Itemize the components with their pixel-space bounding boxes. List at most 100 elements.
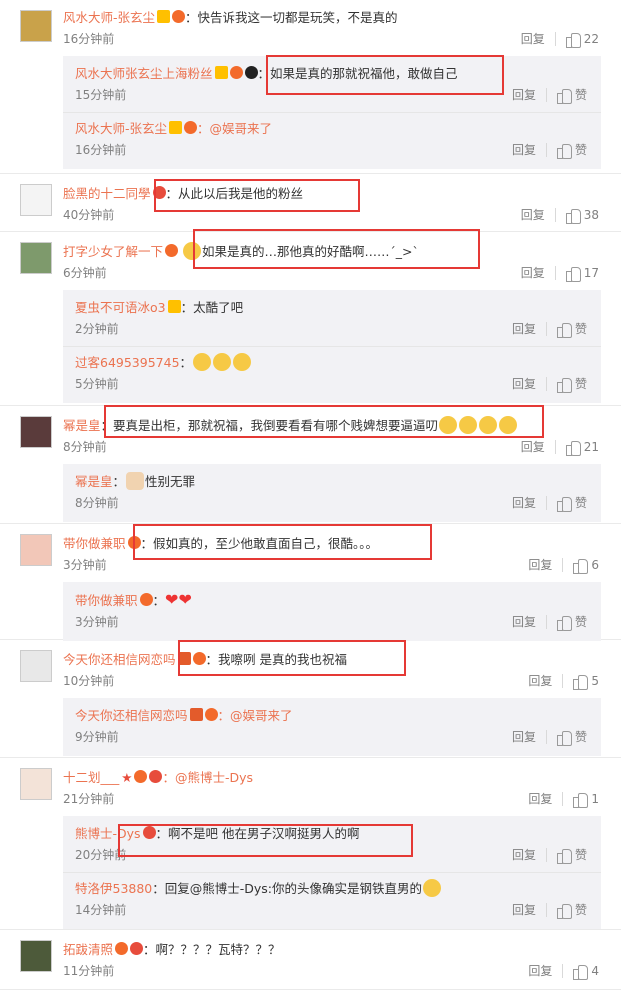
avatar[interactable] — [20, 416, 52, 448]
reply-button[interactable]: 回复 — [512, 84, 536, 106]
like-button[interactable]: 赞 — [556, 726, 587, 748]
avatar[interactable] — [20, 940, 52, 972]
like-button[interactable]: 赞 — [556, 84, 587, 106]
like-button[interactable]: 赞 — [556, 899, 587, 921]
comment-user[interactable]: 拓跋清照 — [63, 942, 113, 957]
divider — [545, 322, 547, 336]
level-badge-icon — [130, 942, 144, 955]
reply-user[interactable]: 幂是皇 — [75, 474, 113, 489]
like-label: 赞 — [574, 903, 587, 917]
reply-button[interactable]: 回复 — [521, 204, 545, 226]
reply-button[interactable]: 回复 — [528, 554, 552, 576]
avatar[interactable] — [20, 534, 52, 566]
comment-user[interactable]: 带你做兼职 — [63, 536, 126, 551]
like-button[interactable]: 1 — [573, 788, 599, 810]
reply-time: 2分钟前 — [75, 322, 119, 336]
like-button[interactable]: 赞 — [556, 492, 587, 514]
like-button[interactable]: 赞 — [556, 139, 587, 161]
like-count: 6 — [591, 558, 599, 572]
avatar[interactable] — [20, 768, 52, 800]
divider — [562, 964, 564, 978]
reply-user[interactable]: 今天你还相信网恋吗 — [75, 708, 188, 723]
reply-text[interactable]: ：@娱哥来了 — [218, 708, 293, 723]
level-badge-icon — [149, 770, 163, 783]
like-button[interactable]: 赞 — [556, 373, 587, 395]
reply-button[interactable]: 回复 — [521, 436, 545, 458]
reply-time: 8分钟前 — [75, 496, 119, 510]
like-count: 21 — [583, 440, 599, 454]
reply-time: 16分钟前 — [75, 143, 127, 157]
reply-button[interactable]: 回复 — [512, 318, 536, 340]
thumbs-up-icon — [556, 377, 572, 393]
verified-badge-icon — [167, 300, 181, 313]
comment-user[interactable]: 脸黑的十二同學 — [63, 186, 151, 201]
reply-item: 熊博士-Dys ：啊不是吧 他在男子汉啊挺男人的啊 20分钟前 回复 赞 — [63, 818, 601, 873]
vip-badge-icon — [229, 66, 243, 79]
thumbs-up-icon — [573, 558, 589, 574]
vip-badge-icon — [115, 942, 129, 955]
thumbs-up-icon — [556, 322, 572, 338]
comment-user[interactable]: 今天你还相信网恋吗 — [63, 652, 176, 667]
like-button[interactable]: 赞 — [556, 611, 587, 633]
comment-user[interactable]: 十二划___ — [63, 770, 119, 785]
reply-user[interactable]: 过客6495395745 — [75, 355, 180, 370]
avatar[interactable] — [20, 650, 52, 682]
reply-button[interactable]: 回复 — [528, 670, 552, 692]
like-count: 38 — [583, 208, 599, 222]
reply-user[interactable]: 熊博士-Dys — [75, 826, 141, 841]
like-button[interactable]: 赞 — [556, 844, 587, 866]
like-button[interactable]: 4 — [573, 960, 599, 982]
comment-user[interactable]: 打字少女了解一下 — [63, 244, 163, 259]
star-icon: ★ — [121, 770, 133, 785]
comment-text: ：啊？？？？瓦特？？？ — [143, 942, 281, 957]
like-button[interactable]: 5 — [573, 670, 599, 692]
like-button[interactable]: 21 — [565, 436, 599, 458]
like-button[interactable]: 38 — [565, 204, 599, 226]
verified-badge-icon — [189, 708, 203, 721]
reply-button[interactable]: 回复 — [512, 492, 536, 514]
like-count: 1 — [591, 792, 599, 806]
reply-text[interactable]: ：@娱哥来了 — [197, 121, 272, 136]
reply-button[interactable]: 回复 — [528, 788, 552, 810]
reply-user[interactable]: 特洛伊53880 — [75, 881, 152, 896]
reply-button[interactable]: 回复 — [528, 960, 552, 982]
vip-badge-icon — [192, 652, 206, 665]
comment-user[interactable]: 幂是皇 — [63, 418, 101, 433]
reply-button[interactable]: 回复 — [512, 899, 536, 921]
reply-button[interactable]: 回复 — [512, 373, 536, 395]
reply-button[interactable]: 回复 — [512, 726, 536, 748]
reply-user[interactable]: 带你做兼职 — [75, 593, 138, 608]
vip-badge-icon — [134, 770, 148, 783]
reply-item: 过客6495395745： 5分钟前 回复 赞 — [63, 347, 601, 401]
avatar[interactable] — [20, 10, 52, 42]
comment-user[interactable]: 风水大师-张玄尘 — [63, 10, 155, 25]
reply-user[interactable]: 夏虫不可语冰o3 — [75, 300, 166, 315]
reply-user[interactable]: 风水大师-张玄尘 — [75, 121, 167, 136]
reply-button[interactable]: 回复 — [512, 139, 536, 161]
reply-text: 性别无罪 — [145, 474, 196, 489]
reply-button[interactable]: 回复 — [521, 28, 545, 50]
avatar[interactable] — [20, 184, 52, 216]
vip-badge-icon — [127, 536, 141, 549]
reply-item: 特洛伊53880：回复@熊博士-Dys:你的头像确实是钢铁直男的 14分钟前 回复… — [63, 873, 601, 927]
vip-badge-icon — [184, 121, 198, 134]
avatar[interactable] — [20, 242, 52, 274]
comment-item: 幂是皇：要真是出柜，那就祝福，我倒要看看有哪个贱婢想要逼逼叨 8分钟前 回复 21 … — [0, 406, 621, 524]
divider — [554, 440, 556, 454]
thumbs-up-icon — [565, 208, 581, 224]
comment-item: 脸黑的十二同學 ：从此以后我是他的粉丝 40分钟前 回复 38 — [0, 174, 621, 232]
emoji-icon — [459, 416, 478, 434]
like-button[interactable]: 17 — [565, 262, 599, 284]
reply-user[interactable]: 风水大师张玄尘上海粉丝 — [75, 66, 213, 81]
thumbs-up-icon — [573, 674, 589, 690]
comment-text[interactable]: ：@熊博士-Dys — [162, 770, 253, 785]
like-button[interactable]: 6 — [573, 554, 599, 576]
reply-time: 3分钟前 — [75, 615, 119, 629]
reply-button[interactable]: 回复 — [512, 844, 536, 866]
comment-item: 今天你还相信网恋吗 ：我嚓咧 是真的我也祝福 10分钟前 回复 5 今天你还相信网恋吗… — [0, 640, 621, 758]
reply-button[interactable]: 回复 — [521, 262, 545, 284]
like-button[interactable]: 22 — [565, 28, 599, 50]
reply-button[interactable]: 回复 — [512, 611, 536, 633]
like-button[interactable]: 赞 — [556, 318, 587, 340]
divider — [562, 558, 564, 572]
